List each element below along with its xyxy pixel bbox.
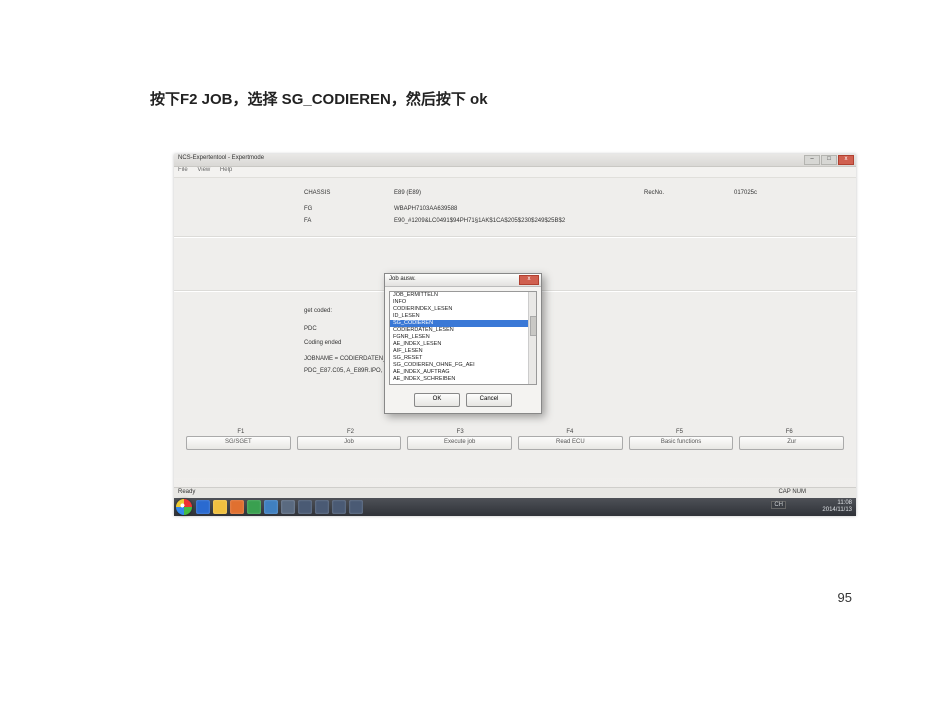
label-fg: FG bbox=[304, 206, 312, 212]
fkey-label: F5 bbox=[625, 429, 735, 435]
list-item[interactable]: FGNR_LESEN bbox=[390, 334, 536, 341]
list-item[interactable]: AE_INDEX_AUFTRAG bbox=[390, 369, 536, 376]
fkey-label: F1 bbox=[186, 429, 296, 435]
job-listbox[interactable]: JOB_ERMITTELN INFO CODIERINDEX_LESEN ID_… bbox=[389, 291, 537, 385]
tray-time: 11:08 bbox=[837, 500, 852, 506]
value-fa: E90_#1209&LC0491$94PH71§1AK$1CA$205$230$… bbox=[394, 218, 565, 224]
value-chassis: E89 (E89) bbox=[394, 190, 421, 196]
menu-file[interactable]: File bbox=[178, 167, 188, 173]
instruction-text: 按下F2 JOB，选择 SG_CODIEREN，然后按下 ok bbox=[150, 88, 488, 109]
list-item[interactable]: ID_LESEN bbox=[390, 313, 536, 320]
status-bar: Ready CAP NUM bbox=[174, 487, 856, 498]
dialog-title: Job ausw. bbox=[389, 276, 416, 282]
label-chassis: CHASSIS bbox=[304, 190, 330, 196]
label-recno: RecNo. bbox=[644, 190, 664, 196]
menubar: File View Help bbox=[174, 167, 856, 178]
list-item[interactable]: AE_INDEX_SCHREIBEN bbox=[390, 376, 536, 383]
list-item[interactable]: SG_RESET bbox=[390, 355, 536, 362]
task-icon[interactable] bbox=[332, 500, 346, 514]
content-area: CHASSIS E89 (E89) RecNo. 017025c FG WBAP… bbox=[174, 178, 856, 478]
scrollbar-thumb[interactable] bbox=[530, 316, 537, 336]
menu-help[interactable]: Help bbox=[220, 167, 232, 173]
start-button[interactable] bbox=[176, 499, 192, 515]
task-icon[interactable] bbox=[349, 500, 363, 514]
fkey-label: F6 bbox=[734, 429, 844, 435]
system-tray[interactable]: 11:08 2014/11/13 bbox=[822, 500, 852, 514]
task-icon[interactable] bbox=[264, 500, 278, 514]
list-item-selected[interactable]: SG_CODIEREN bbox=[390, 320, 536, 327]
page-number: 95 bbox=[838, 590, 852, 605]
value-recno: 017025c bbox=[734, 190, 757, 196]
list-item[interactable]: JOB_ERMITTELN bbox=[390, 292, 536, 299]
function-key-row: F1 F2 F3 F4 F5 F6 SG/SGET Job Execute jo… bbox=[186, 429, 844, 450]
list-item[interactable]: CODIERINDEX_LESEN bbox=[390, 306, 536, 313]
maximize-button[interactable]: □ bbox=[821, 155, 837, 165]
task-icon[interactable] bbox=[281, 500, 295, 514]
listbox-scrollbar[interactable] bbox=[528, 292, 536, 384]
minimize-button[interactable]: – bbox=[804, 155, 820, 165]
dialog-titlebar: Job ausw. x bbox=[385, 274, 541, 287]
task-icon[interactable] bbox=[298, 500, 312, 514]
label-fa: FA bbox=[304, 218, 311, 224]
dialog-close-button[interactable]: x bbox=[519, 275, 539, 285]
fkey-label: F3 bbox=[405, 429, 515, 435]
label-get-coded: get coded: bbox=[304, 308, 332, 314]
taskbar: CH 11:08 2014/11/13 bbox=[174, 498, 856, 516]
ie-icon[interactable] bbox=[196, 500, 210, 514]
language-indicator[interactable]: CH bbox=[771, 501, 786, 509]
f6-button[interactable]: Zur bbox=[739, 436, 844, 450]
status-left: Ready bbox=[178, 489, 195, 495]
fkey-label: F4 bbox=[515, 429, 625, 435]
value-fg: WBAPH7103AA639588 bbox=[394, 206, 457, 212]
task-icon[interactable] bbox=[315, 500, 329, 514]
tray-date: 2014/11/13 bbox=[822, 507, 852, 513]
fkey-label: F2 bbox=[296, 429, 406, 435]
f1-button[interactable]: SG/SGET bbox=[186, 436, 291, 450]
list-item[interactable]: INFO bbox=[390, 299, 536, 306]
window-title: NCS-Expertentool - Expertmode bbox=[178, 155, 264, 161]
label-ecu: PDC bbox=[304, 326, 317, 332]
f2-button[interactable]: Job bbox=[297, 436, 402, 450]
list-item[interactable]: SG_CODIEREN_OHNE_FG_AEI bbox=[390, 362, 536, 369]
close-button[interactable]: x bbox=[838, 155, 854, 165]
explorer-icon[interactable] bbox=[213, 500, 227, 514]
list-item[interactable]: AIF_LESEN bbox=[390, 348, 536, 355]
cancel-button[interactable]: Cancel bbox=[466, 393, 512, 407]
f4-button[interactable]: Read ECU bbox=[518, 436, 623, 450]
f5-button[interactable]: Basic functions bbox=[629, 436, 734, 450]
list-item[interactable]: AE_INDEX_LESEN bbox=[390, 341, 536, 348]
ok-button[interactable]: OK bbox=[414, 393, 460, 407]
status-right: CAP NUM bbox=[778, 489, 806, 495]
window-titlebar: NCS-Expertentool - Expertmode – □ x bbox=[174, 154, 856, 167]
list-item[interactable]: CODIERDATEN_LESEN bbox=[390, 327, 536, 334]
job-select-dialog: Job ausw. x JOB_ERMITTELN INFO CODIERIND… bbox=[384, 273, 542, 414]
firefox-icon[interactable] bbox=[230, 500, 244, 514]
f3-button[interactable]: Execute job bbox=[407, 436, 512, 450]
screenshot-window: NCS-Expertentool - Expertmode – □ x File… bbox=[174, 154, 856, 516]
label-coding-ended: Coding ended bbox=[304, 340, 341, 346]
menu-view[interactable]: View bbox=[197, 167, 210, 173]
task-icon[interactable] bbox=[247, 500, 261, 514]
